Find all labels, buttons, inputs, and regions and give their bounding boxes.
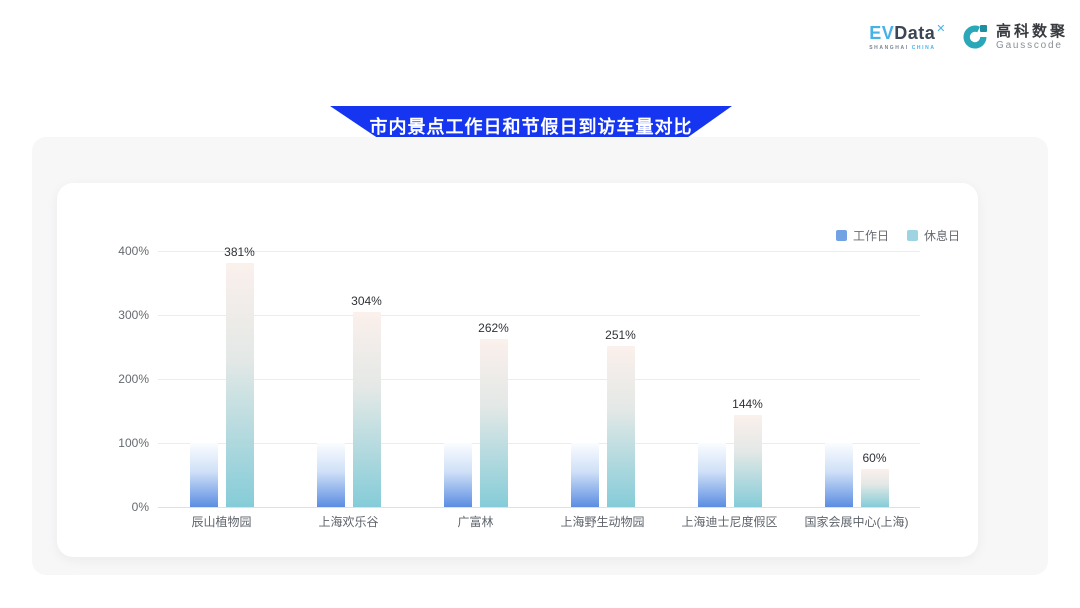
y-tick-label: 200% (85, 372, 149, 386)
bar-restday (734, 415, 762, 507)
x-axis-line (158, 507, 920, 508)
header-logos: EVData✕ SHANGHAI CHINA 高科数聚 Gausscode (869, 22, 1068, 52)
legend-item-workday[interactable]: 工作日 (836, 227, 889, 244)
gausscode-wordmark: 高科数聚 Gausscode (996, 23, 1068, 52)
y-tick-label: 300% (85, 308, 149, 322)
bar-value-label: 381% (224, 245, 255, 259)
evdata-ev-text: EV (869, 23, 894, 43)
bar-value-label: 251% (605, 328, 636, 342)
gausscode-logo: 高科数聚 Gausscode (960, 22, 1068, 52)
y-tick-label: 400% (85, 244, 149, 258)
x-category-label: 上海欢乐谷 (318, 513, 378, 530)
evdata-wordmark: EVData✕ (869, 23, 946, 43)
bar-restday (607, 346, 635, 507)
gausscode-g-icon (960, 22, 990, 52)
bar-workday (571, 443, 599, 507)
bar-group: 60%国家会展中心(上海) (793, 251, 920, 507)
legend-swatch (836, 230, 847, 241)
gausscode-cn-text: 高科数聚 (996, 23, 1068, 40)
evdata-x-icon: ✕ (936, 23, 946, 35)
x-category-label: 辰山植物园 (191, 513, 251, 530)
bar-workday (698, 443, 726, 507)
x-category-label: 上海迪士尼度假区 (681, 513, 777, 530)
chart-legend: 工作日 休息日 (836, 227, 960, 244)
y-axis-labels: 0%100%200%300%400% (85, 251, 149, 507)
bar-group: 144%上海迪士尼度假区 (666, 251, 793, 507)
bar-group: 304%上海欢乐谷 (285, 251, 412, 507)
bar-restday (861, 469, 889, 507)
bar-restday (353, 312, 381, 507)
bar-group: 381%辰山植物园 (158, 251, 285, 507)
bar-workday (444, 443, 472, 507)
y-tick-label: 100% (85, 436, 149, 450)
bar-groups: 381%辰山植物园304%上海欢乐谷262%广富林251%上海野生动物园144%… (158, 251, 920, 507)
legend-swatch (907, 230, 918, 241)
gausscode-en-text: Gausscode (996, 40, 1068, 52)
legend-item-restday[interactable]: 休息日 (907, 227, 960, 244)
x-category-label: 上海野生动物园 (560, 513, 644, 530)
plot-area: 381%辰山植物园304%上海欢乐谷262%广富林251%上海野生动物园144%… (158, 251, 920, 507)
bar-group: 262%广富林 (412, 251, 539, 507)
y-tick-label: 0% (85, 500, 149, 514)
x-category-label: 国家会展中心(上海) (805, 513, 909, 530)
chart-card: 工作日休息日 0%100%200%300%400% 381%辰山植物园304%上… (57, 183, 978, 557)
bar-value-label: 144% (732, 397, 763, 411)
bar-restday (226, 263, 254, 507)
bar-restday (480, 339, 508, 507)
evdata-subtext: SHANGHAI CHINA (869, 45, 935, 51)
bar-value-label: 304% (351, 294, 382, 308)
legend-label: 休息日 (924, 227, 960, 244)
legend-label: 工作日 (853, 227, 889, 244)
bar-value-label: 262% (478, 321, 509, 335)
bar-workday (317, 443, 345, 507)
bar-workday (825, 443, 853, 507)
bar-value-label: 60% (862, 451, 886, 465)
evdata-logo: EVData✕ SHANGHAI CHINA (869, 23, 946, 51)
x-category-label: 广富林 (457, 513, 493, 530)
page: EVData✕ SHANGHAI CHINA 高科数聚 Gausscode 市 (0, 0, 1080, 608)
bar-group: 251%上海野生动物园 (539, 251, 666, 507)
evdata-data-text: Data (894, 23, 935, 43)
bar-workday (190, 443, 218, 507)
chart-title: 市内景点工作日和节假日到访车量对比 (370, 111, 693, 139)
